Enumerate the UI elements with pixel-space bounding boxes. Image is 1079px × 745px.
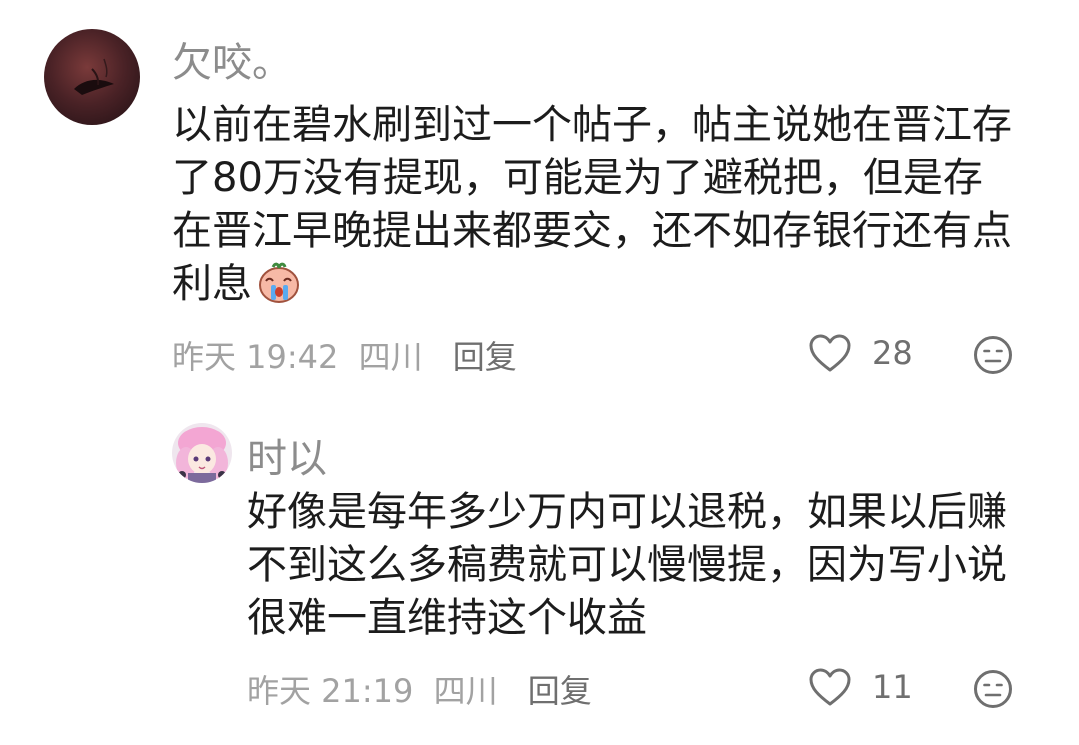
timestamp: 昨天 19:42 bbox=[172, 338, 339, 376]
dislike-button[interactable] bbox=[973, 669, 1013, 709]
comment-item: 时以 好像是每年多少万内可以退税，如果以后赚不到这么多稿费就可以慢慢提，因为写小… bbox=[0, 400, 1079, 745]
user-avatar[interactable] bbox=[44, 29, 140, 125]
comment-meta: 昨天 19:42 四川 回复 bbox=[172, 332, 517, 378]
timestamp: 昨天 21:19 bbox=[247, 672, 414, 710]
heart-icon bbox=[809, 334, 851, 372]
location: 四川 bbox=[358, 338, 423, 376]
location: 四川 bbox=[433, 672, 498, 710]
dislike-button[interactable] bbox=[973, 335, 1013, 375]
comment-text: 好像是每年多少万内可以退税，如果以后赚不到这么多稿费就可以慢慢提，因为写小说很难… bbox=[247, 489, 1007, 641]
user-avatar[interactable] bbox=[172, 423, 232, 483]
like-button[interactable]: 28 bbox=[808, 333, 913, 373]
heart-icon bbox=[809, 668, 851, 706]
reply-button[interactable]: 回复 bbox=[453, 332, 517, 378]
like-count: 11 bbox=[872, 668, 913, 706]
neutral-face-icon bbox=[974, 336, 1012, 374]
reply-button[interactable]: 回复 bbox=[528, 666, 592, 712]
like-count: 28 bbox=[872, 334, 913, 372]
username[interactable]: 时以 bbox=[247, 426, 327, 484]
comment-meta: 昨天 21:19 四川 回复 bbox=[247, 666, 592, 712]
like-button[interactable]: 11 bbox=[808, 667, 913, 707]
crying-face-emoji-icon bbox=[256, 259, 302, 305]
username[interactable]: 欠咬。 bbox=[172, 30, 292, 88]
comment-text: 以前在碧水刷到过一个帖子，帖主说她在晋江存了80万没有提现，可能是为了避税把，但… bbox=[172, 99, 1022, 311]
comment-item: 欠咬。 以前在碧水刷到过一个帖子，帖主说她在晋江存了80万没有提现，可能是为了避… bbox=[0, 0, 1079, 400]
neutral-face-icon bbox=[974, 670, 1012, 708]
